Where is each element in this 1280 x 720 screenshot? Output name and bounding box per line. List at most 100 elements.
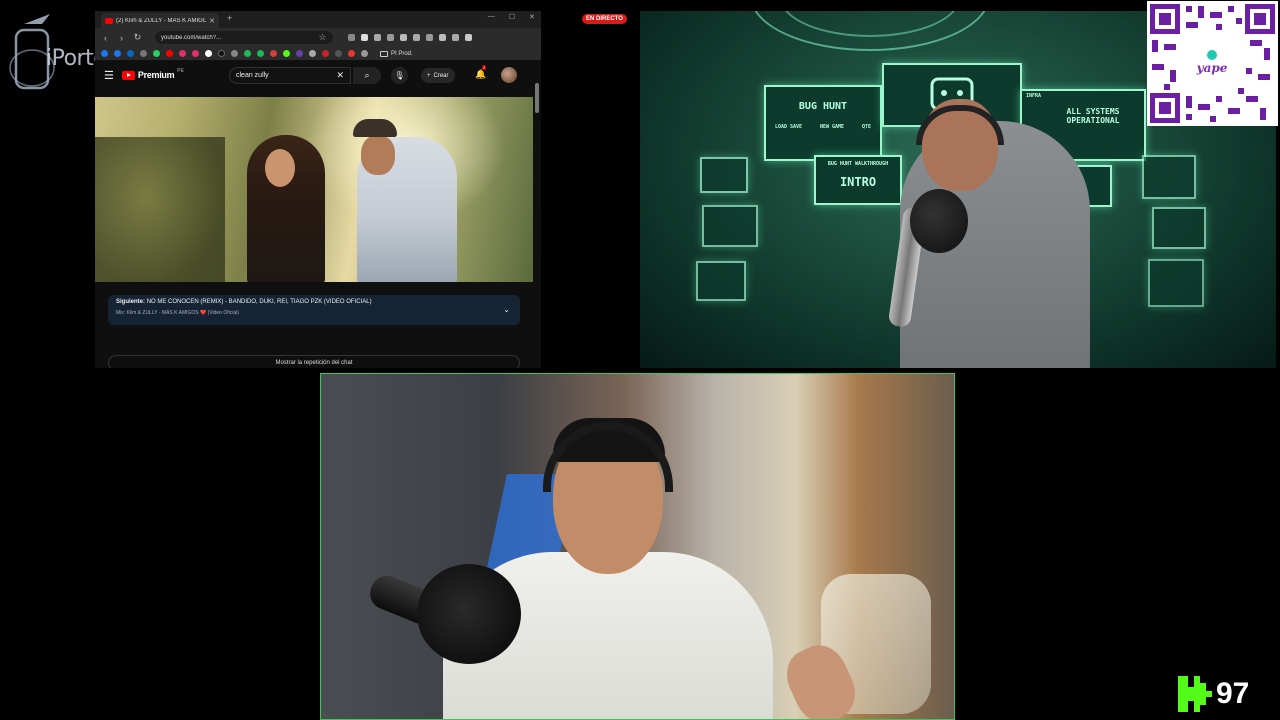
spotify-icon[interactable] xyxy=(244,50,251,57)
facebook-icon[interactable] xyxy=(114,50,121,57)
up-next-video-title: NO ME CONOCEN (REMIX) - BANDIDO, DUKI, R… xyxy=(146,299,372,305)
avatar[interactable] xyxy=(501,67,517,83)
screen-bug-hunt-text: BUG HUNT xyxy=(798,101,848,112)
new-tab-button[interactable]: + xyxy=(227,13,232,23)
menu-icon[interactable] xyxy=(465,34,472,41)
extension-icon[interactable] xyxy=(374,34,381,41)
facebook-icon[interactable] xyxy=(101,50,108,57)
youtube-header: ☰ Premium PE clean zully ✕ ⌕ 🎙 + Crear 🔔… xyxy=(95,61,541,89)
microphone-pop-filter xyxy=(417,564,521,664)
show-chat-replay-button[interactable]: Mostrar la repetición del chat xyxy=(108,355,520,368)
up-next-mix: Mix: Klim & ZULLY - MÁS K AMIGOS ❤️ (Vid… xyxy=(116,310,239,316)
bookmark-icon[interactable] xyxy=(322,50,329,57)
browser-window: (2) Klim & ZULLY - MÁS K AMIGOS ✕ + — ☐ … xyxy=(95,11,541,368)
up-next-label: Siguiente: xyxy=(116,299,146,305)
reload-icon[interactable]: ↻ xyxy=(133,32,142,43)
screen-intro-text: INTRO xyxy=(839,175,877,189)
bookmark-icon[interactable] xyxy=(140,50,147,57)
create-button[interactable]: + Crear xyxy=(421,68,455,83)
screen-intro: BUG HUNT WALKTHROUGH INTRO xyxy=(814,155,902,205)
youtube-logo-icon xyxy=(121,70,135,80)
screen-bug-hunt: BUG HUNT LOAD SAVE NEW GAME QTE xyxy=(764,85,882,161)
bookmark-star-icon[interactable]: ☆ xyxy=(318,32,327,43)
screen-small xyxy=(702,205,758,247)
screen-small xyxy=(1142,155,1196,199)
bookmark-icon[interactable] xyxy=(335,50,342,57)
screen-small xyxy=(700,157,748,193)
bookmark-folder-label: PI Prod. xyxy=(391,50,413,57)
address-bar: ‹ › ↻ youtube.com/watch?... ☆ xyxy=(95,28,541,47)
menu-icon[interactable]: ☰ xyxy=(104,69,114,82)
twitch-icon[interactable] xyxy=(296,50,303,57)
search-query: clean zully xyxy=(236,72,269,79)
url-field[interactable]: youtube.com/watch?... ☆ xyxy=(155,31,333,44)
kick-logo-icon xyxy=(1178,676,1212,712)
whatsapp-icon[interactable] xyxy=(153,50,160,57)
chevron-down-icon[interactable]: ⌄ xyxy=(503,305,510,314)
close-tab-icon[interactable]: ✕ xyxy=(209,17,215,25)
youtube-search-input[interactable]: clean zully ✕ xyxy=(229,67,351,84)
viewer-count: 97 xyxy=(1216,677,1250,710)
screen-walkthrough: BUG HUNT WALKTHROUGH xyxy=(827,161,889,167)
youtube-icon[interactable] xyxy=(166,50,173,57)
search-button[interactable]: ⌕ xyxy=(353,67,381,84)
folder-icon xyxy=(380,50,388,57)
extension-icon[interactable] xyxy=(361,34,368,41)
voice-search-button[interactable]: 🎙 xyxy=(391,67,408,84)
close-window-icon[interactable]: ✕ xyxy=(529,13,535,21)
search-icon: ⌕ xyxy=(364,70,370,80)
clear-search-icon[interactable]: ✕ xyxy=(336,70,344,81)
bookmark-icon[interactable] xyxy=(309,50,316,57)
window-controls: — ☐ ✕ xyxy=(488,13,535,21)
region-code: PE xyxy=(177,68,184,74)
screen-menu-item: QTE xyxy=(861,124,872,130)
screen-status-tag: INFRA xyxy=(1026,93,1042,99)
screen-small xyxy=(1152,207,1206,249)
screen-menu-item: LOAD SAVE xyxy=(774,124,803,130)
instagram-icon[interactable] xyxy=(192,50,199,57)
tab-youtube[interactable]: (2) Klim & ZULLY - MÁS K AMIGOS ✕ xyxy=(101,13,219,28)
bookmark-icon[interactable] xyxy=(231,50,238,57)
video-woman-face xyxy=(265,149,295,187)
extension-icon[interactable] xyxy=(387,34,394,41)
notifications-bell-icon[interactable]: 🔔 xyxy=(475,69,486,80)
extension-icon[interactable] xyxy=(413,34,420,41)
extension-icon[interactable] xyxy=(348,34,355,41)
forward-icon[interactable]: › xyxy=(117,33,126,43)
stream-layout: iPorto (2) Klim & ZULLY - MÁS K AMIGOS ✕… xyxy=(0,0,1280,720)
shield-icon[interactable] xyxy=(452,34,459,41)
meta-icon[interactable] xyxy=(127,50,134,57)
youtube-premium-logo[interactable]: Premium PE xyxy=(121,68,184,80)
bookmark-folder[interactable]: PI Prod. xyxy=(380,50,413,57)
back-icon[interactable]: ‹ xyxy=(101,33,110,43)
up-next-title: Siguiente: NO ME CONOCEN (REMIX) - BANDI… xyxy=(116,299,512,305)
screen-menu: LOAD SAVE NEW GAME QTE xyxy=(766,124,880,130)
tab-bar: (2) Klim & ZULLY - MÁS K AMIGOS ✕ + — ☐ … xyxy=(95,11,541,28)
extension-icon[interactable] xyxy=(426,34,433,41)
plus-icon: + xyxy=(427,72,431,79)
bookmark-icon[interactable] xyxy=(270,50,277,57)
live-badge: EN DIRECTO xyxy=(582,14,627,24)
bookmark-icon[interactable] xyxy=(361,50,368,57)
instagram-icon[interactable] xyxy=(179,50,186,57)
viewer-counter: 97 xyxy=(1178,676,1249,712)
tab-title: (2) Klim & ZULLY - MÁS K AMIGOS xyxy=(116,17,207,24)
spotify-icon[interactable] xyxy=(257,50,264,57)
bookmark-icon[interactable] xyxy=(348,50,355,57)
maximize-icon[interactable]: ☐ xyxy=(509,13,515,21)
kick-icon[interactable] xyxy=(283,50,290,57)
url-text: youtube.com/watch?... xyxy=(161,34,222,41)
screen-status-text: ALL SYSTEMS OPERATIONAL xyxy=(1066,107,1120,125)
minimize-icon[interactable]: — xyxy=(488,13,495,21)
music-icon[interactable] xyxy=(400,34,407,41)
bookmarks-bar: PI Prod. xyxy=(95,47,541,61)
scrollbar-thumb[interactable] xyxy=(535,83,539,113)
tiktok-icon[interactable] xyxy=(218,50,225,57)
video-player[interactable] xyxy=(95,97,533,282)
kick-logo-cutout xyxy=(1206,697,1212,705)
up-next-card[interactable]: Siguiente: NO ME CONOCEN (REMIX) - BANDI… xyxy=(108,295,520,325)
x-icon[interactable] xyxy=(205,50,212,57)
scrollbar[interactable] xyxy=(535,77,539,368)
kick-logo-cutout xyxy=(1200,705,1212,712)
extension-icon[interactable] xyxy=(439,34,446,41)
